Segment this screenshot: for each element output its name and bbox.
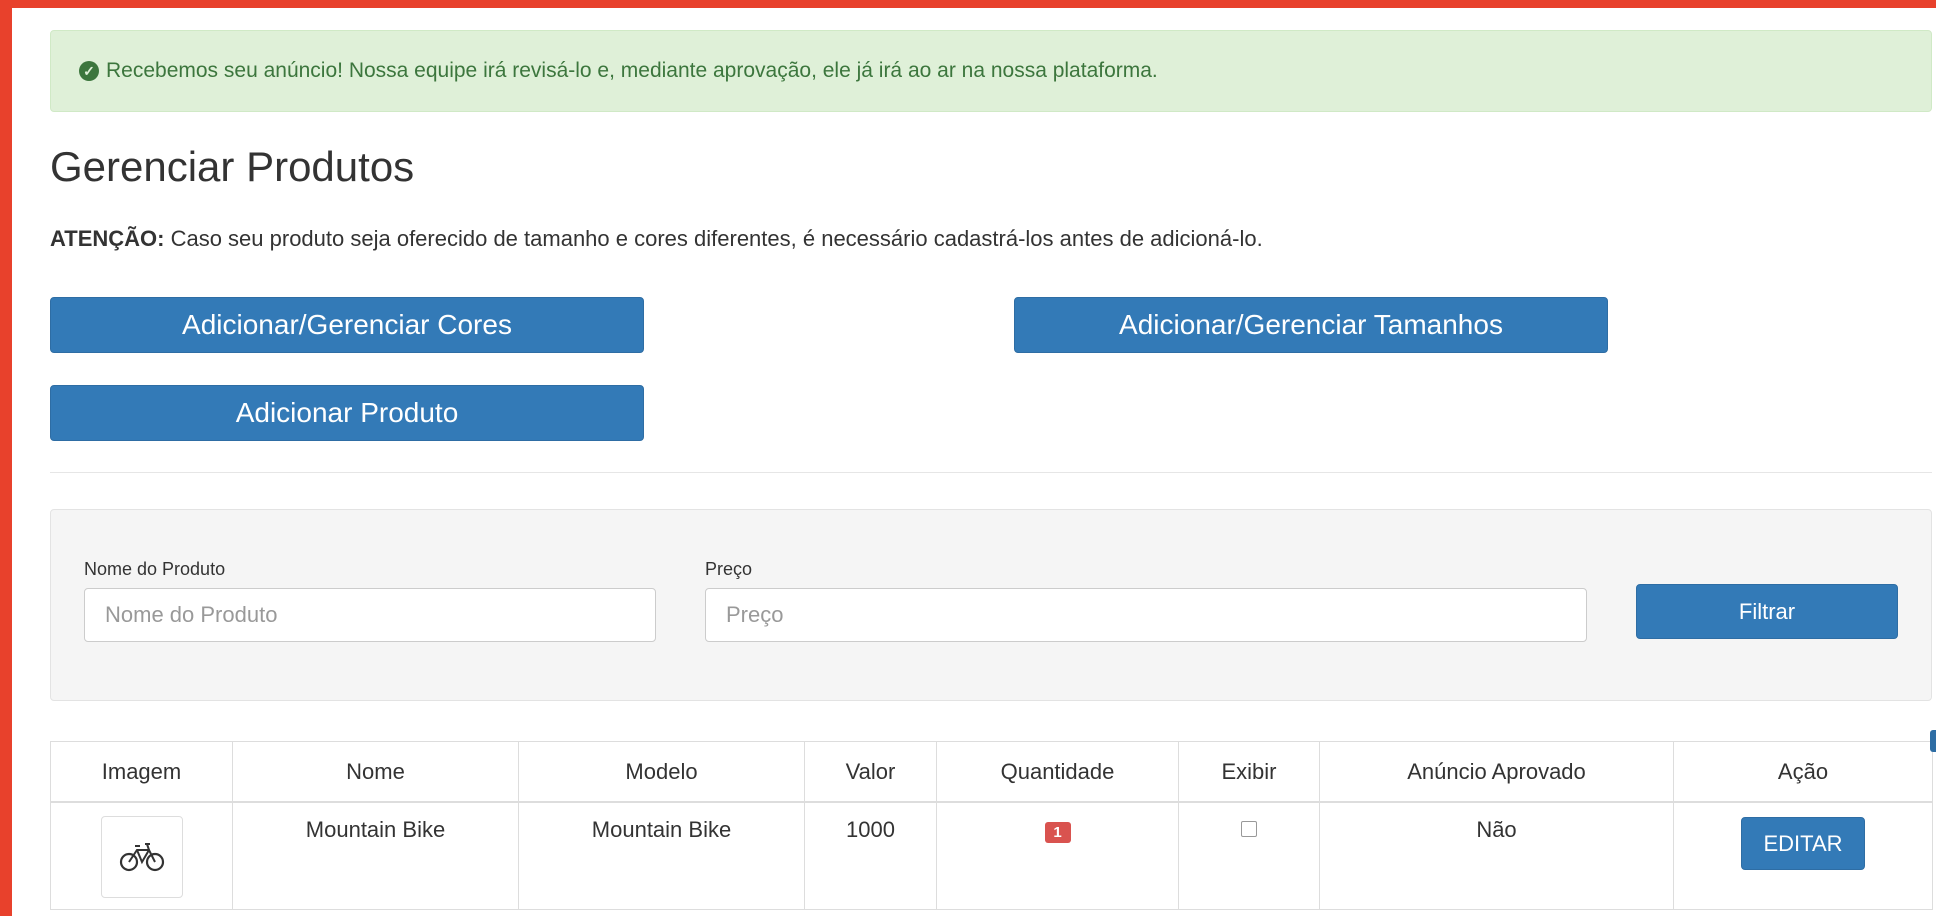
column-header-imagem: Imagem: [50, 741, 233, 803]
table-header-row: Imagem Nome Modelo Valor Quantidade Exib…: [50, 741, 1933, 803]
product-name-cell: Mountain Bike: [232, 801, 519, 910]
quantity-badge: 1: [1044, 822, 1071, 843]
column-header-quantidade: Quantidade: [936, 741, 1179, 803]
display-checkbox[interactable]: [1241, 821, 1257, 837]
page-title: Gerenciar Produtos: [50, 143, 415, 190]
check-circle-icon: ✓: [79, 61, 99, 81]
column-header-exibir: Exibir: [1178, 741, 1320, 803]
column-header-modelo: Modelo: [518, 741, 805, 803]
divider: [50, 472, 1932, 473]
product-value-cell: 1000: [804, 801, 937, 910]
products-table: Imagem Nome Modelo Valor Quantidade Exib…: [50, 741, 1933, 910]
attention-label: ATENÇÃO:: [50, 226, 165, 251]
product-name-input[interactable]: [84, 588, 656, 642]
page: ✓ Recebemos seu anúncio! Nossa equipe ir…: [12, 8, 1936, 916]
filter-button[interactable]: Filtrar: [1636, 584, 1898, 639]
table-row: Mountain Bike Mountain Bike 1000 1 Não E…: [50, 801, 1933, 910]
price-input[interactable]: [705, 588, 1587, 642]
add-product-button[interactable]: Adicionar Produto: [50, 385, 644, 441]
manage-colors-button[interactable]: Adicionar/Gerenciar Cores: [50, 297, 644, 353]
product-name-label: Nome do Produto: [84, 559, 226, 579]
attention-notice: ATENÇÃO: Caso seu produto seja oferecido…: [50, 226, 1263, 252]
image-cell: [50, 801, 233, 910]
approved-cell: Não: [1319, 801, 1674, 910]
alert-message: Recebemos seu anúncio! Nossa equipe irá …: [106, 59, 1158, 82]
bicycle-icon: [119, 843, 164, 872]
filter-panel: Nome do Produto Preço Filtrar: [50, 509, 1932, 701]
quantity-cell: 1: [936, 801, 1179, 910]
column-header-aprovado: Anúncio Aprovado: [1319, 741, 1674, 803]
edit-button[interactable]: EDITAR: [1741, 817, 1865, 870]
scrollbar-handle[interactable]: [1930, 730, 1936, 752]
column-header-nome: Nome: [232, 741, 519, 803]
success-alert: ✓ Recebemos seu anúncio! Nossa equipe ir…: [50, 30, 1932, 112]
column-header-acao: Ação: [1673, 741, 1933, 803]
column-header-valor: Valor: [804, 741, 937, 803]
product-thumbnail[interactable]: [100, 816, 183, 898]
attention-text: Caso seu produto seja oferecido de taman…: [164, 226, 1263, 251]
manage-sizes-button[interactable]: Adicionar/Gerenciar Tamanhos: [1014, 297, 1608, 353]
action-cell: EDITAR: [1673, 801, 1933, 910]
display-cell: [1178, 801, 1320, 910]
product-model-cell: Mountain Bike: [518, 801, 805, 910]
price-label: Preço: [705, 559, 753, 579]
